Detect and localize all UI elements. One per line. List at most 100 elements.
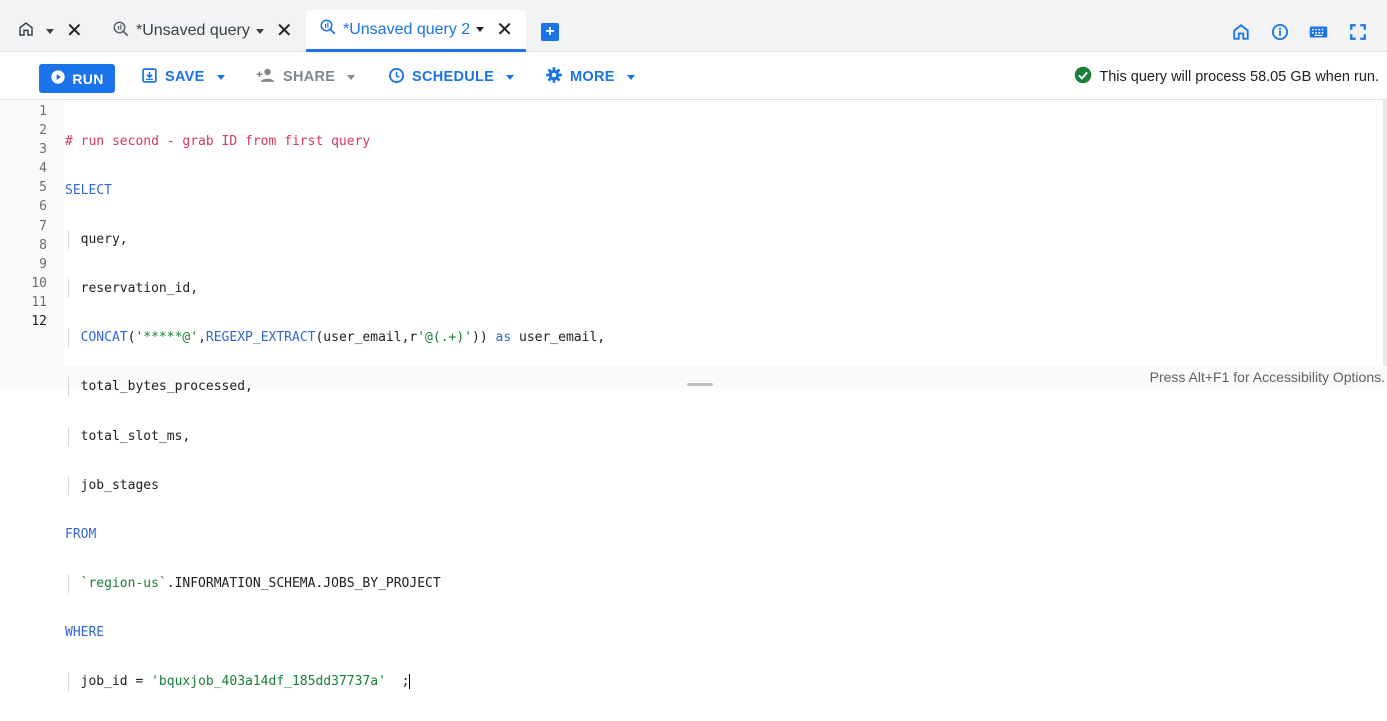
chevron-down-icon xyxy=(216,74,225,80)
args: (user_email,r xyxy=(315,330,418,346)
line-number-current: 12 xyxy=(31,314,47,330)
code-line: CONCAT('*****@',REGEXP_EXTRACT(user_emai… xyxy=(65,328,606,348)
code-line: job_stages xyxy=(65,475,605,495)
chevron-down-icon xyxy=(626,74,635,80)
info-icon[interactable] xyxy=(1270,22,1289,41)
identifier: query, xyxy=(80,232,128,248)
code-line: query, xyxy=(65,230,605,250)
code-line: `region-us`.INFORMATION_SCHEMA.JOBS_BY_P… xyxy=(65,573,605,593)
query-toolbar: RUN SAVE SHARE SCHEDULE MORE This query xyxy=(0,52,1387,100)
code-line: total_slot_ms, xyxy=(65,426,605,446)
function: REGEXP_EXTRACT xyxy=(205,330,316,346)
indent-guide xyxy=(68,426,69,446)
chevron-down-icon[interactable] xyxy=(255,28,264,34)
accessibility-hint: Press Alt+F1 for Accessibility Options. xyxy=(1149,369,1385,385)
schedule-label: SCHEDULE xyxy=(412,69,495,85)
keyword: SELECT xyxy=(65,183,112,199)
string-literal: 'bquxjob_403a14df_185dd37737a' xyxy=(151,674,386,690)
identifier: job_id = xyxy=(80,674,152,690)
status-text: This query will process 58.05 GB when ru… xyxy=(1099,69,1379,85)
line-number-gutter: 1 2 3 4 5 6 7 8 9 10 11 12 xyxy=(0,102,47,331)
semicolon: ; xyxy=(385,674,410,690)
more-label: MORE xyxy=(570,69,615,85)
query-validation-status: This query will process 58.05 GB when ru… xyxy=(1074,66,1379,88)
line-number: 5 xyxy=(39,180,47,196)
close-icon[interactable]: ✕ xyxy=(276,21,293,41)
tab-label: *Unsaved query 2 xyxy=(343,20,471,38)
gear-icon xyxy=(545,66,563,88)
line-number: 8 xyxy=(39,237,47,253)
indent-guide xyxy=(68,475,69,495)
identifier: total_bytes_processed, xyxy=(80,379,253,395)
line-number: 7 xyxy=(39,218,47,234)
share-label: SHARE xyxy=(283,69,336,85)
indent-guide xyxy=(68,672,69,692)
line-number: 2 xyxy=(39,123,47,139)
string-literal: '*****@' xyxy=(135,330,199,346)
code-line: total_bytes_processed, xyxy=(65,377,605,397)
close-icon[interactable]: ✕ xyxy=(66,21,83,41)
keyword: FROM xyxy=(65,526,97,542)
sql-editor[interactable]: 1 2 3 4 5 6 7 8 9 10 11 12 # run second … xyxy=(0,100,1387,692)
run-button[interactable]: RUN xyxy=(39,64,115,93)
identifier: total_slot_ms, xyxy=(80,428,191,444)
tab-bar: ✕ *Unsaved query ✕ *Unsaved query 2 ✕ + xyxy=(0,0,1387,52)
string-literal: '@(.+)' xyxy=(417,330,473,346)
home-icon xyxy=(18,21,34,42)
resize-handle[interactable] xyxy=(687,383,713,386)
chevron-down-icon xyxy=(506,74,515,80)
keyword: WHERE xyxy=(65,624,105,640)
chevron-down-icon xyxy=(347,74,356,80)
add-person-icon xyxy=(256,67,276,87)
query-icon xyxy=(319,18,337,41)
chevron-down-icon[interactable] xyxy=(476,27,485,32)
identifier: reservation_id, xyxy=(80,281,199,297)
code-line-current: job_id = 'bquxjob_403a14df_185dd37737a' … xyxy=(65,672,605,692)
identifier: job_stages xyxy=(80,477,159,493)
comment: # run second - grab ID from first query xyxy=(65,134,371,149)
identifier: user_email, xyxy=(511,330,606,346)
tab-home[interactable]: ✕ xyxy=(18,10,83,52)
share-button[interactable]: SHARE xyxy=(256,66,356,88)
tab-label: *Unsaved query xyxy=(136,22,250,39)
line-number: 4 xyxy=(39,161,47,177)
identifier: .INFORMATION_SCHEMA.JOBS_BY_PROJECT xyxy=(166,575,441,591)
save-icon xyxy=(141,67,158,88)
close-icon[interactable]: ✕ xyxy=(496,20,513,40)
more-button[interactable]: MORE xyxy=(545,66,635,88)
tab-unsaved-query-2[interactable]: *Unsaved query 2 ✕ xyxy=(306,10,526,52)
keyword: as xyxy=(495,330,512,346)
run-label: RUN xyxy=(72,70,104,87)
fullscreen-icon[interactable] xyxy=(1348,22,1367,41)
chevron-down-icon[interactable] xyxy=(46,28,54,34)
keyboard-icon[interactable] xyxy=(1309,22,1328,41)
check-circle-icon xyxy=(1074,66,1092,88)
indent-guide xyxy=(68,279,69,299)
function: CONCAT xyxy=(80,330,128,346)
line-number: 6 xyxy=(39,199,47,215)
indent-guide xyxy=(68,328,69,348)
save-label: SAVE xyxy=(165,69,205,85)
code-line: FROM xyxy=(65,525,605,544)
line-number: 9 xyxy=(39,256,47,272)
tab-bar-actions xyxy=(1231,22,1367,41)
line-number: 10 xyxy=(31,275,47,291)
save-button[interactable]: SAVE xyxy=(141,66,225,88)
home-icon[interactable] xyxy=(1231,22,1250,41)
clock-icon xyxy=(388,67,405,88)
tab-unsaved-query[interactable]: *Unsaved query ✕ xyxy=(112,10,293,52)
play-icon xyxy=(50,69,66,88)
indent-guide xyxy=(68,230,69,250)
indent-guide xyxy=(68,573,69,593)
line-number: 11 xyxy=(31,294,47,310)
code-line: SELECT xyxy=(65,181,605,200)
schedule-button[interactable]: SCHEDULE xyxy=(388,66,515,88)
add-tab-button[interactable]: + xyxy=(541,23,559,41)
code-line: # run second - grab ID from first query xyxy=(65,132,605,151)
indent-guide xyxy=(68,377,69,397)
text-cursor xyxy=(409,674,411,690)
code-line: reservation_id, xyxy=(65,279,605,299)
editor-scrollbar[interactable] xyxy=(1383,100,1387,366)
code-lines[interactable]: # run second - grab ID from first query … xyxy=(65,102,605,721)
comma: , xyxy=(198,330,206,346)
